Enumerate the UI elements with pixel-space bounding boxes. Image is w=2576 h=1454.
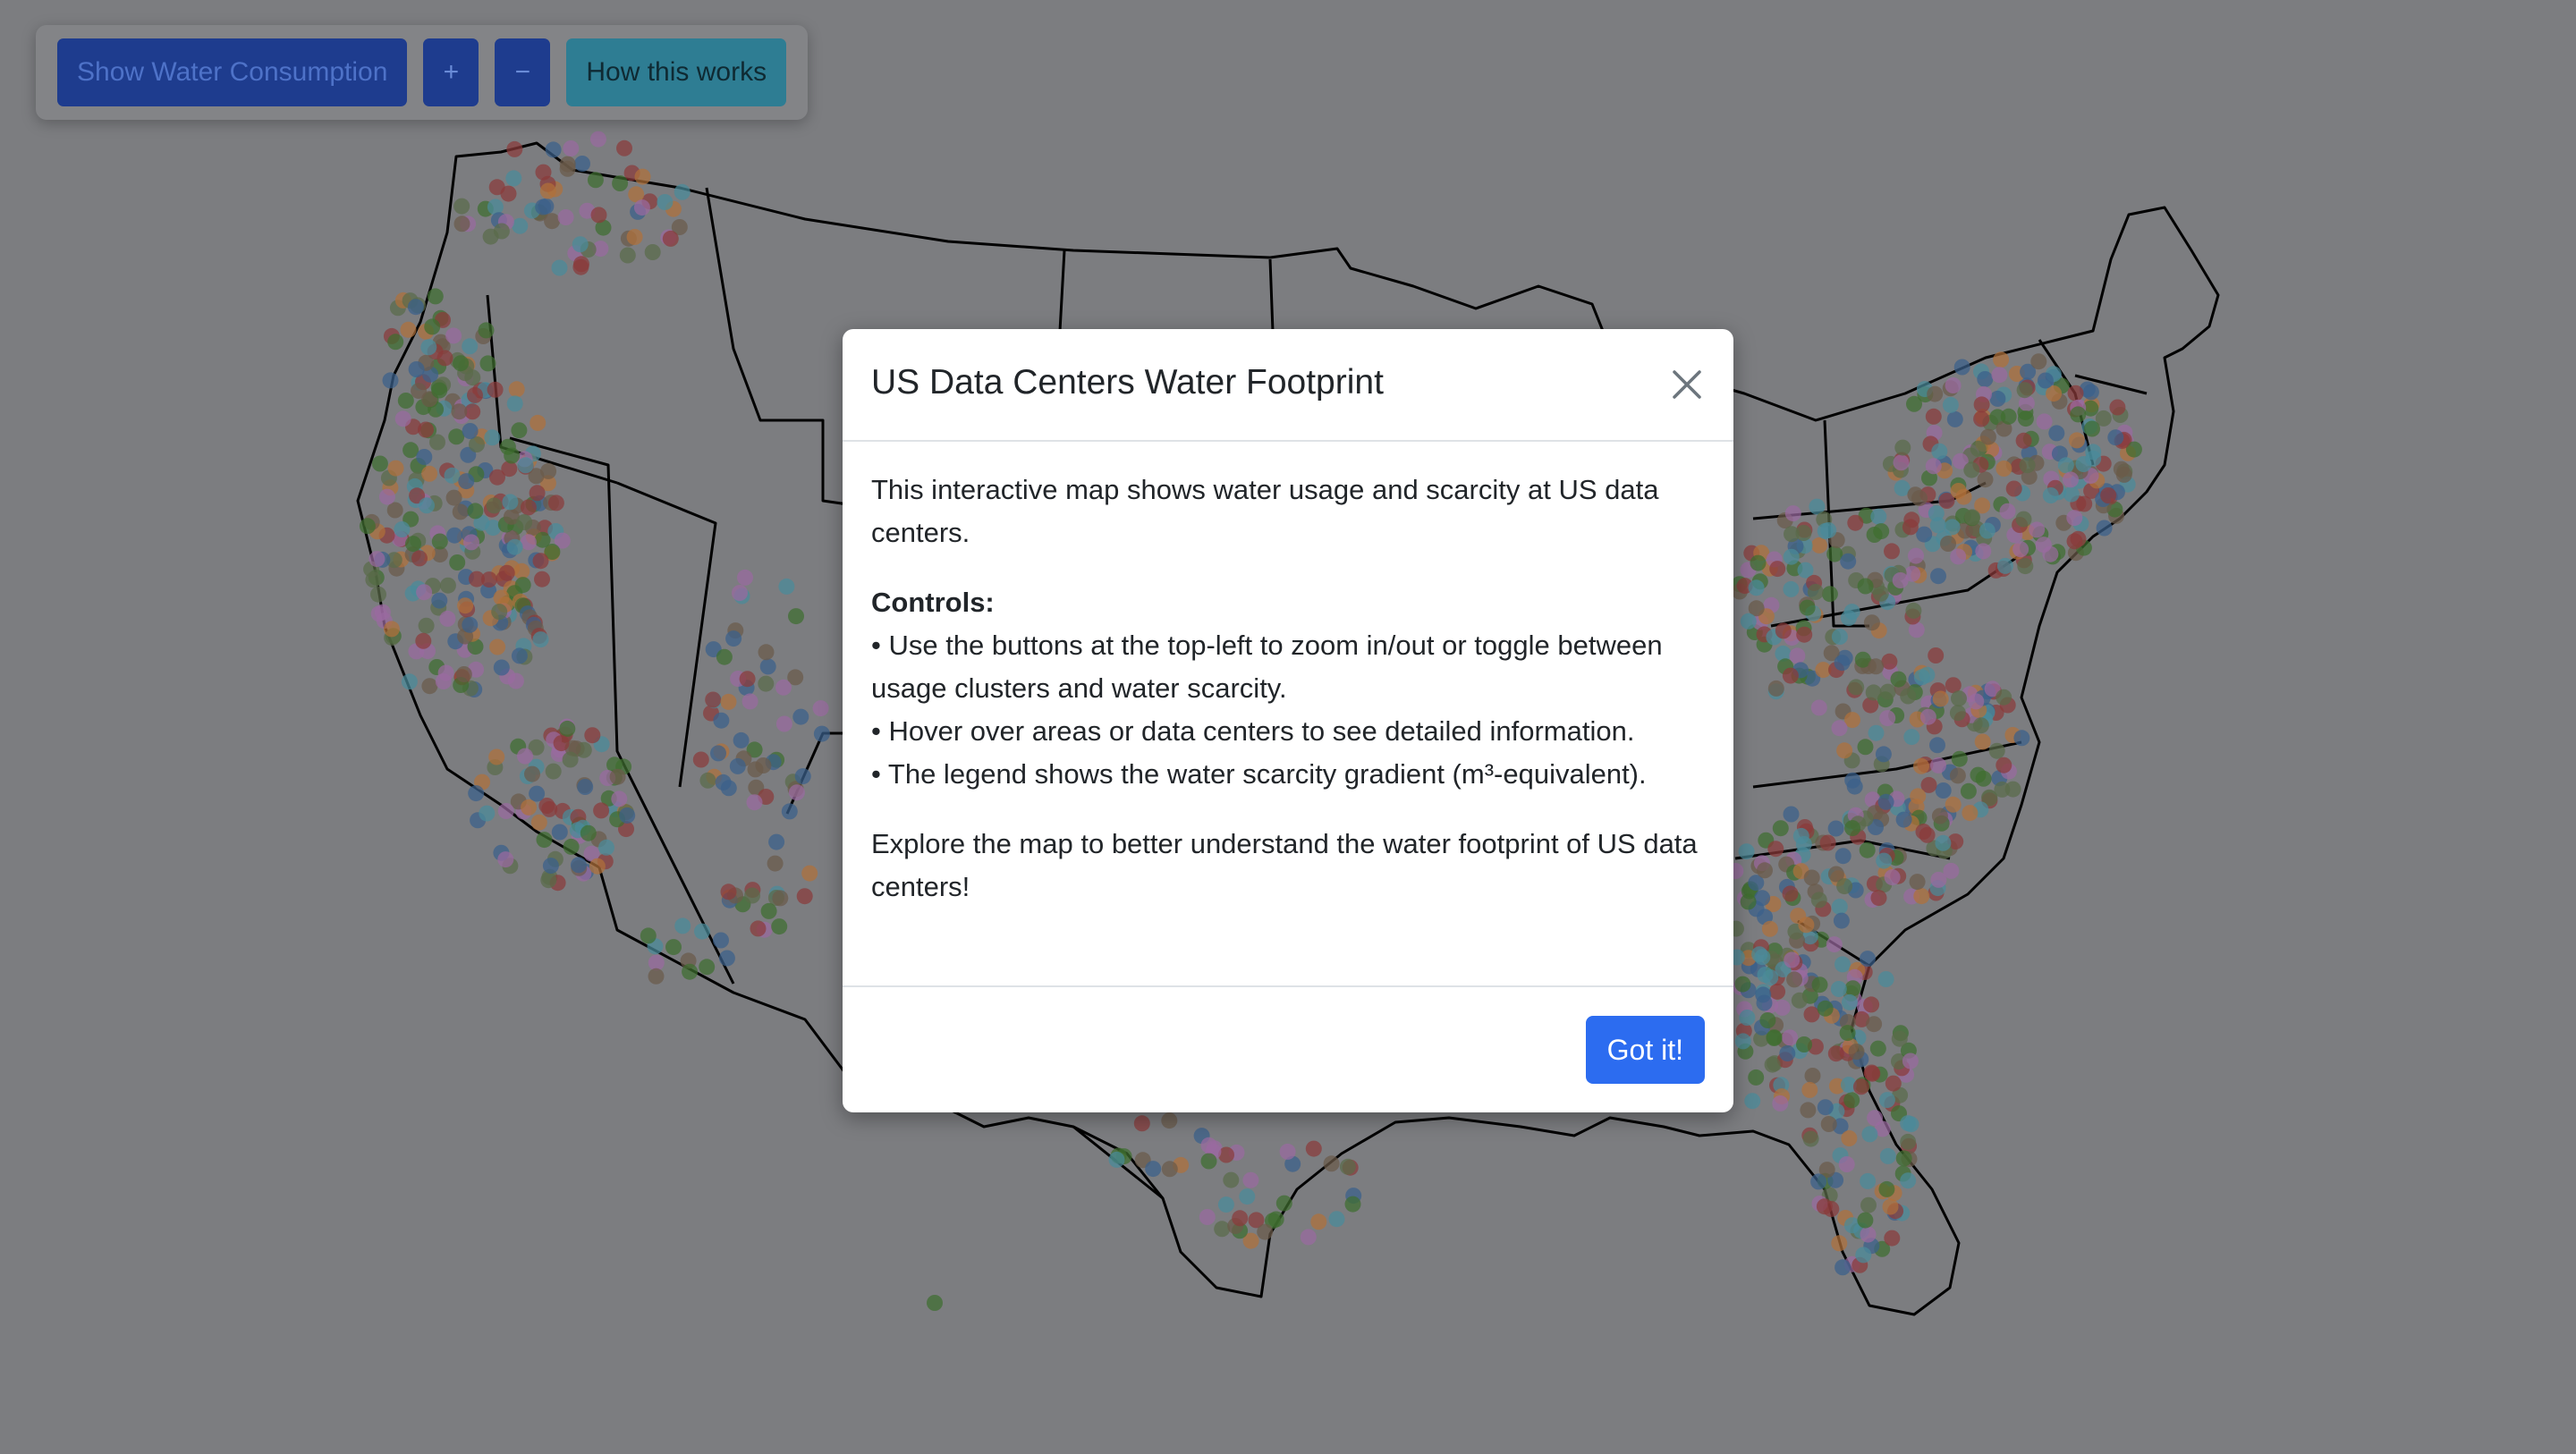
close-icon[interactable]: [1665, 363, 1708, 406]
modal-outro: Explore the map to better understand the…: [871, 828, 1698, 902]
got-it-button[interactable]: Got it!: [1585, 1016, 1705, 1084]
modal-footer: Got it!: [843, 985, 1733, 1112]
modal-title: US Data Centers Water Footprint: [871, 363, 1384, 402]
control-item: • Use the buttons at the top-left to zoo…: [871, 630, 1663, 704]
modal-intro: This interactive map shows water usage a…: [871, 474, 1659, 548]
modal-body: This interactive map shows water usage a…: [843, 442, 1733, 909]
control-item: • Hover over areas or data centers to se…: [871, 715, 1635, 747]
info-modal: US Data Centers Water Footprint This int…: [843, 329, 1733, 1112]
control-item: • The legend shows the water scarcity gr…: [871, 758, 1647, 790]
controls-section: Controls: • Use the buttons at the top-l…: [871, 581, 1705, 796]
modal-header: US Data Centers Water Footprint: [843, 329, 1733, 442]
controls-title: Controls:: [871, 587, 995, 618]
